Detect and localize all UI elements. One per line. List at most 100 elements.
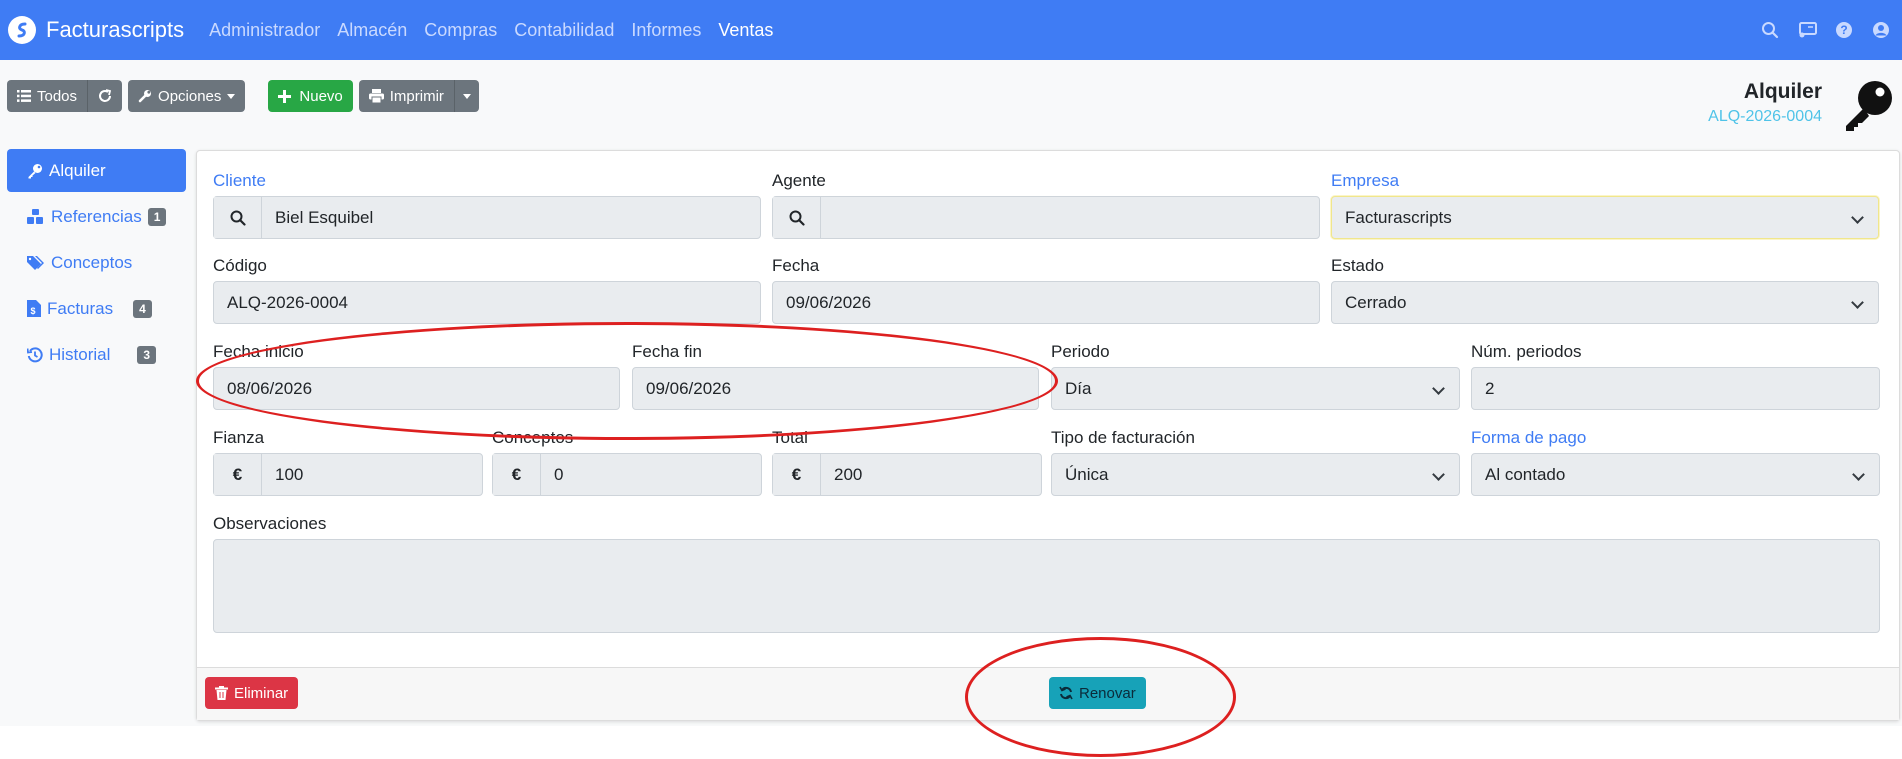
refresh-button[interactable] [87,80,123,112]
agente-label: Agente [772,171,826,190]
codigo-field: Código ALQ-2026-0004 [213,256,761,324]
cubes-icon [27,208,43,224]
estado-field: Estado Cerrado [1331,256,1879,324]
search-icon[interactable] [214,197,262,238]
fecha-inicio-value: 08/06/2026 [227,378,313,398]
empresa-value: Facturascripts [1345,207,1452,227]
menu-informes[interactable]: Informes [631,20,701,41]
top-navbar: Facturascripts Administrador Almacén Com… [0,0,1902,60]
sidebar-item-label: Alquiler [49,160,106,180]
observaciones-textarea[interactable] [213,539,1880,633]
sidebar-item-alquiler[interactable]: Alquiler [7,149,186,192]
printer-icon [368,89,384,103]
periodo-value: Día [1065,378,1092,398]
fecha-fin-value: 09/06/2026 [646,378,732,398]
cliente-label[interactable]: Cliente [213,171,761,193]
tipo-facturacion-select[interactable]: Única [1051,453,1460,496]
conceptos-value: 0 [554,464,564,484]
conceptos-input[interactable]: € 0 [492,453,762,496]
forma-pago-field: Forma de pago Al contado [1471,428,1880,496]
facturascripts-logo-icon [8,16,36,44]
delete-button[interactable]: Eliminar [205,677,299,709]
menu-compras[interactable]: Compras [424,20,497,41]
periodo-label: Periodo [1051,342,1110,361]
print-button-label: Imprimir [389,87,444,105]
forma-pago-label[interactable]: Forma de pago [1471,428,1880,450]
empresa-label[interactable]: Empresa [1331,171,1879,193]
fecha-input[interactable]: 09/06/2026 [772,281,1320,324]
cliente-value: Biel Esquibel [275,207,374,227]
new-button[interactable]: Nuevo [268,80,353,112]
num-periodos-field: Núm. periodos 2 [1471,342,1880,410]
sidebar-item-referencias[interactable]: Referencias 1 [7,195,186,238]
estado-label: Estado [1331,256,1384,275]
num-periodos-input[interactable]: 2 [1471,367,1880,410]
total-input[interactable]: € 200 [772,453,1042,496]
sidebar-item-label: Conceptos [51,252,133,272]
invoice-icon: $ [27,300,41,317]
codigo-value: ALQ-2026-0004 [227,292,348,312]
cast-icon[interactable] [1796,19,1818,41]
options-button[interactable]: Opciones [128,80,246,112]
fecha-fin-input[interactable]: 09/06/2026 [632,367,1039,410]
tags-icon [27,255,44,270]
cliente-input[interactable]: Biel Esquibel [213,196,761,239]
sidebar-item-facturas[interactable]: $ Facturas 4 [7,287,186,330]
sidebar-item-historial[interactable]: Historial 3 [7,333,186,376]
euro-icon: € [214,454,262,495]
search-icon[interactable] [773,197,821,238]
all-button[interactable]: Todos [7,80,88,112]
print-button[interactable]: Imprimir [358,80,454,112]
count-badge: 3 [137,345,157,364]
fianza-input[interactable]: € 100 [213,453,483,496]
renew-button-label: Renovar [1079,684,1136,702]
menu-ventas[interactable]: Ventas [718,20,773,41]
empresa-field: Empresa Facturascripts [1331,171,1879,239]
print-dropdown-toggle[interactable] [453,80,479,112]
print-button-group: Imprimir [358,80,479,112]
fecha-inicio-input[interactable]: 08/06/2026 [213,367,620,410]
euro-icon: € [493,454,541,495]
list-icon [17,90,31,102]
navbar-icons: ? [1744,0,1892,60]
observaciones-field: Observaciones [213,514,1880,633]
help-icon[interactable]: ? [1833,19,1855,41]
menu-almacen[interactable]: Almacén [337,20,407,41]
periodo-select[interactable]: Día [1051,367,1460,410]
search-icon[interactable] [1759,19,1781,41]
all-button-label: Todos [37,87,78,105]
estado-select[interactable]: Cerrado [1331,281,1879,324]
estado-value: Cerrado [1345,292,1407,312]
svg-text:?: ? [1840,23,1847,37]
form-footer: Eliminar Renovar [197,667,1899,720]
codigo-input[interactable]: ALQ-2026-0004 [213,281,761,324]
tipo-facturacion-value: Única [1065,464,1109,484]
total-value: 200 [834,464,863,484]
document-code: ALQ-2026-0004 [1708,108,1822,125]
tipo-facturacion-label: Tipo de facturación [1051,428,1195,447]
refresh-icon [99,89,112,102]
renew-button[interactable]: Renovar [1049,677,1146,709]
caret-down-icon [462,93,471,99]
sync-icon [1059,686,1073,700]
fecha-fin-field: Fecha fin 09/06/2026 [632,342,1039,410]
fianza-label: Fianza [213,428,265,447]
main-menu: Administrador Almacén Compras Contabilid… [209,0,790,60]
fecha-inicio-field: Fecha inicio 08/06/2026 [213,342,620,410]
brand[interactable]: Facturascripts [8,0,184,60]
agente-input[interactable] [772,196,1320,239]
sidebar-item-label: Referencias [51,206,142,226]
count-badge: 4 [133,299,152,318]
all-button-group: Todos [7,80,123,112]
toolbar: Todos Opciones Nuevo Imprimir [7,80,479,112]
sidebar-item-conceptos[interactable]: Conceptos [7,241,186,284]
user-icon[interactable] [1870,19,1892,41]
plus-icon [278,89,292,103]
menu-contabilidad[interactable]: Contabilidad [514,20,614,41]
fecha-fin-label: Fecha fin [632,342,702,361]
page-title: Alquiler [1743,80,1822,103]
empresa-select[interactable]: Facturascripts [1331,196,1879,239]
forma-pago-select[interactable]: Al contado [1471,453,1880,496]
fianza-field: Fianza € 100 [213,428,483,496]
menu-administrador[interactable]: Administrador [209,20,320,41]
